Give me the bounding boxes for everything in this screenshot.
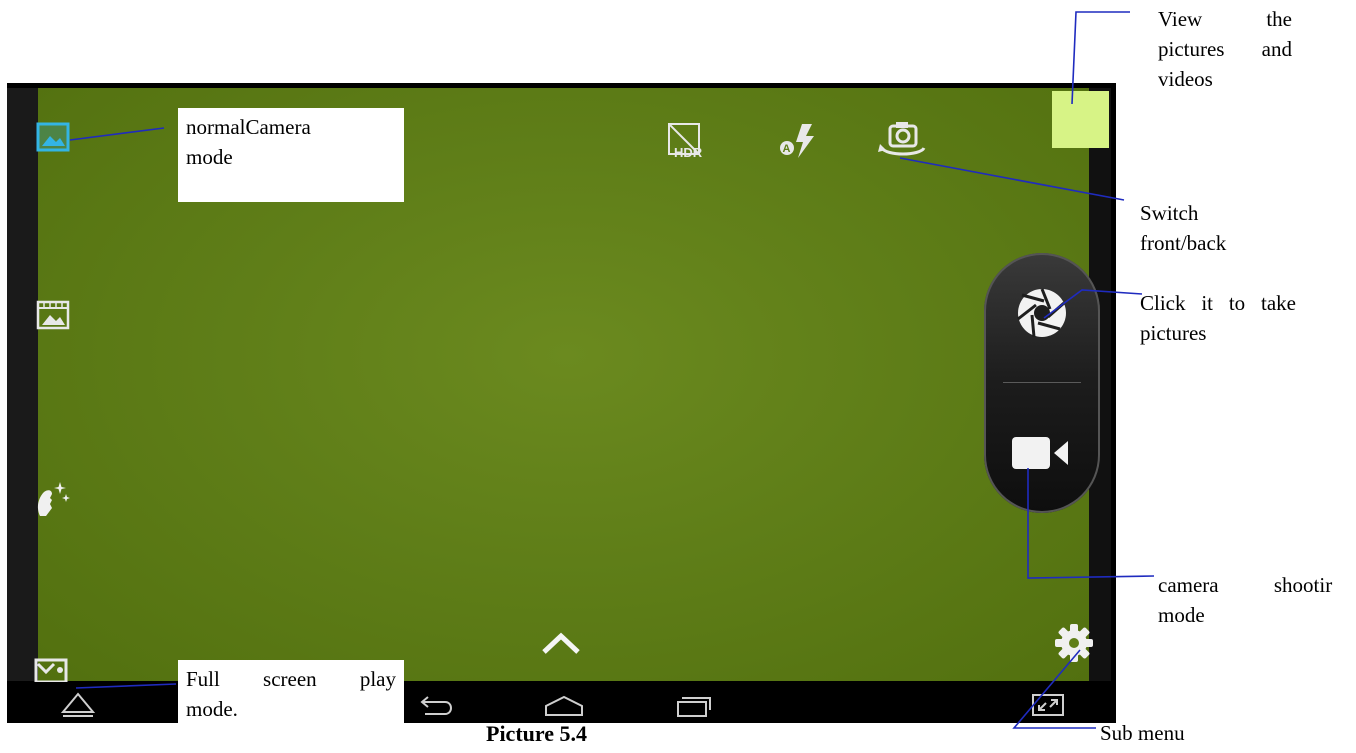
- annotation-text: Click it to take: [1140, 291, 1296, 315]
- annotation-sub-menu: Sub menu: [1100, 718, 1185, 748]
- annotation-text: camera shootir: [1158, 573, 1333, 597]
- annotation-text: Switch: [1140, 201, 1199, 225]
- annotation-text: normalCamera: [186, 115, 311, 139]
- annotation-take-pictures: Click it to take pictures: [1140, 288, 1296, 348]
- annotation-text: mode: [1158, 603, 1205, 627]
- annotation-text: videos: [1158, 67, 1213, 91]
- annotation-text: front/back: [1140, 231, 1227, 255]
- annotation-text: View the: [1158, 7, 1292, 31]
- annotation-text: Sub menu: [1100, 721, 1185, 745]
- annotation-camera-shooting: camera shootir mode: [1158, 570, 1354, 630]
- annotation-text: mode: [186, 145, 233, 169]
- annotation-text: mode.: [186, 697, 238, 721]
- annotation-switch: Switch front/back: [1140, 198, 1226, 258]
- annotation-text: pictures: [1140, 321, 1207, 345]
- figure-caption: Picture 5.4: [486, 721, 588, 746]
- annotation-text: pictures and: [1158, 37, 1292, 61]
- annotation-full-screen: Full screen play mode.: [178, 660, 404, 750]
- annotation-view-pictures: View the pictures and videos: [1158, 4, 1292, 94]
- annotation-text: Full screen play: [186, 667, 396, 691]
- annotation-normal-camera: normalCamera mode: [178, 108, 404, 202]
